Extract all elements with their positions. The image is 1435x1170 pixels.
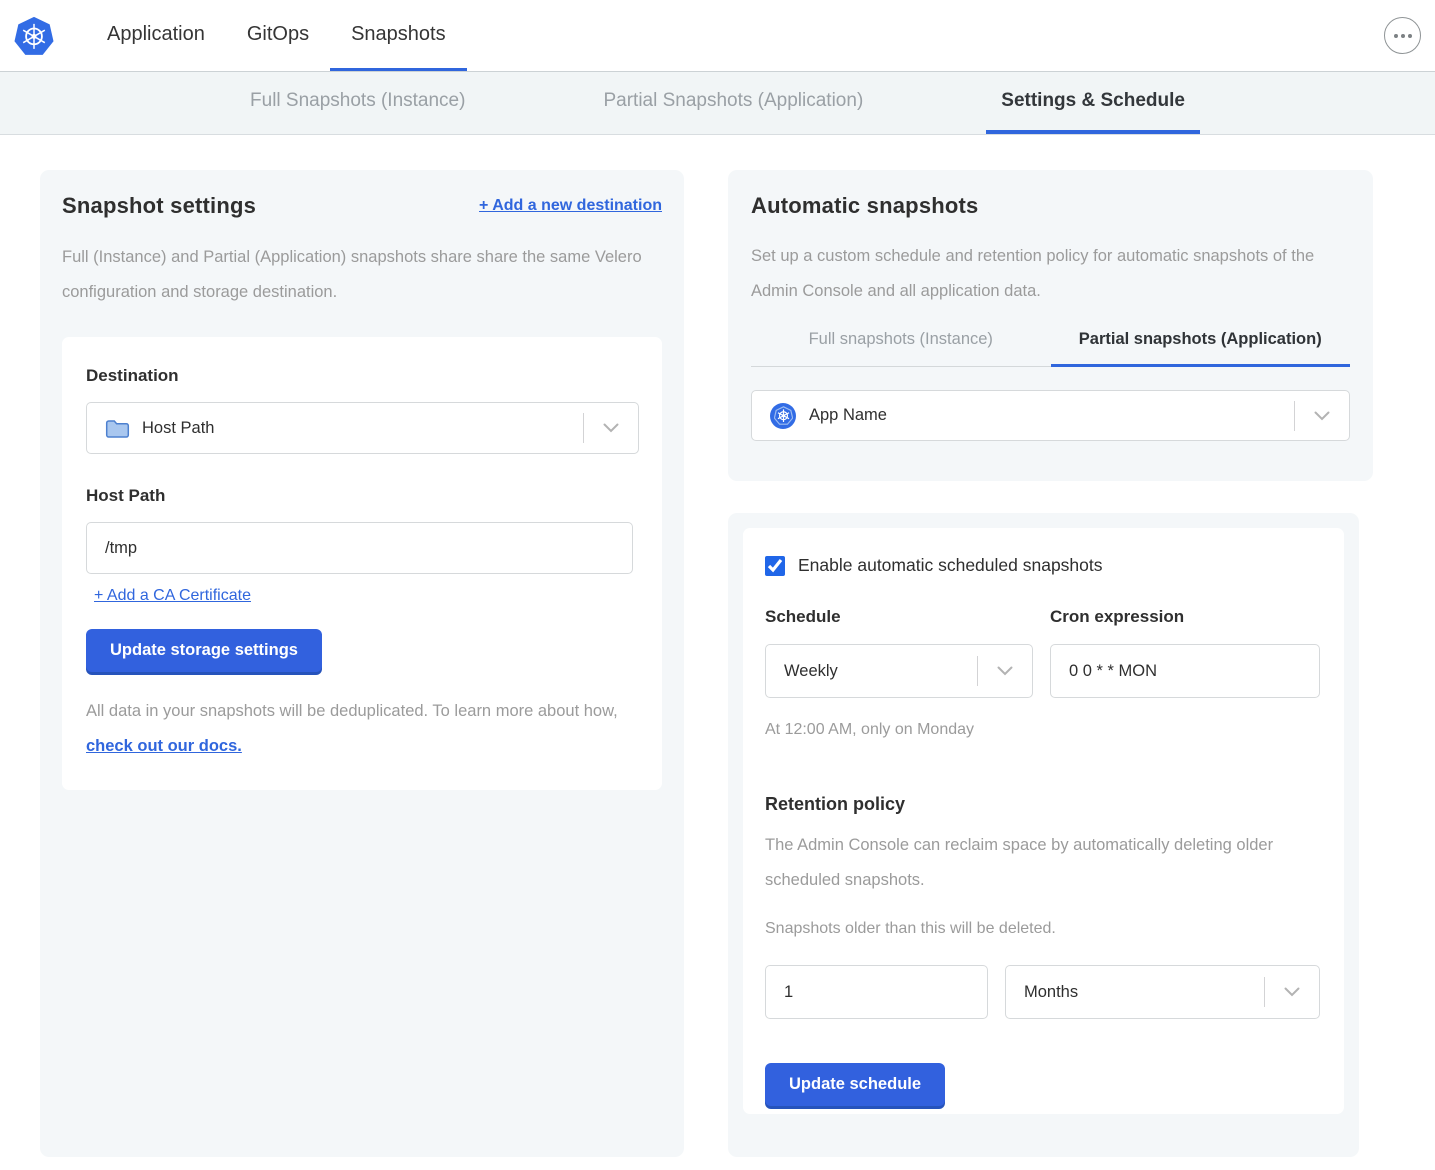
tab-snapshots[interactable]: Snapshots	[330, 0, 467, 71]
ellipsis-icon	[1394, 34, 1398, 38]
snapshot-settings-card: Snapshot settings + Add a new destinatio…	[40, 170, 684, 1157]
schedule-cron-grid: Schedule Weekly Cron expression	[765, 607, 1320, 698]
chevron-down-icon	[978, 666, 1032, 676]
tab-full-snapshots-instance[interactable]: Full snapshots (Instance)	[751, 330, 1051, 367]
automatic-snapshots-title: Automatic snapshots	[751, 193, 1350, 219]
top-nav: Application GitOps Snapshots	[0, 0, 1435, 71]
kubernetes-logo-icon	[14, 14, 54, 58]
snapshot-type-tabs: Full snapshots (Instance) Partial snapsh…	[751, 330, 1350, 367]
retention-policy-description: The Admin Console can reclaim space by a…	[765, 828, 1322, 898]
retention-unit-value: Months	[1024, 983, 1264, 1002]
host-path-input[interactable]	[86, 522, 633, 574]
chevron-down-icon	[584, 423, 638, 433]
dedup-note-text: All data in your snapshots will be dedup…	[86, 702, 618, 720]
add-destination-link[interactable]: + Add a new destination	[479, 197, 662, 215]
schedule-select-value: Weekly	[784, 662, 977, 681]
chevron-down-icon	[1295, 411, 1349, 421]
enable-snapshots-row: Enable automatic scheduled snapshots	[765, 555, 1103, 576]
app-select-value: App Name	[809, 406, 1294, 425]
subtab-partial-snapshots[interactable]: Partial Snapshots (Application)	[588, 72, 878, 134]
tab-partial-snapshots-application[interactable]: Partial snapshots (Application)	[1051, 330, 1351, 367]
automatic-snapshots-description: Set up a custom schedule and retention p…	[751, 239, 1350, 309]
retention-value-input[interactable]	[765, 965, 988, 1019]
dedup-note: All data in your snapshots will be dedup…	[86, 694, 638, 764]
app-icon	[770, 403, 796, 429]
subtab-full-snapshots[interactable]: Full Snapshots (Instance)	[235, 72, 480, 134]
snapshots-subnav: Full Snapshots (Instance) Partial Snapsh…	[0, 71, 1435, 135]
tab-gitops-label: GitOps	[247, 23, 309, 46]
tab-partial-snapshots-application-label: Partial snapshots (Application)	[1079, 330, 1322, 348]
subtab-partial-snapshots-label: Partial Snapshots (Application)	[603, 90, 863, 112]
retention-unit-select[interactable]: Months	[1005, 965, 1320, 1019]
docs-link[interactable]: check out our docs.	[86, 737, 242, 755]
schedule-label: Schedule	[765, 607, 1033, 627]
app-select[interactable]: App Name	[751, 390, 1350, 441]
update-schedule-button[interactable]: Update schedule	[765, 1063, 945, 1106]
add-ca-certificate-link[interactable]: + Add a CA Certificate	[94, 587, 251, 605]
main-nav-tabs: Application GitOps Snapshots	[86, 0, 467, 71]
update-storage-settings-button[interactable]: Update storage settings	[86, 629, 322, 672]
cron-hint: At 12:00 AM, only on Monday	[765, 712, 974, 747]
automatic-snapshots-card: Automatic snapshots Set up a custom sche…	[728, 170, 1373, 481]
destination-label: Destination	[86, 366, 638, 386]
host-path-label: Host Path	[86, 486, 638, 506]
retention-policy-title: Retention policy	[765, 794, 905, 815]
content: Snapshot settings + Add a new destinatio…	[0, 135, 1435, 1157]
schedule-select[interactable]: Weekly	[765, 644, 1033, 698]
tab-application[interactable]: Application	[86, 0, 226, 71]
subtab-settings-schedule[interactable]: Settings & Schedule	[986, 72, 1200, 134]
more-options-button[interactable]	[1384, 17, 1421, 54]
destination-select-value: Host Path	[142, 419, 583, 438]
storage-settings-panel: Destination Host Path Host Path + Add a …	[62, 337, 662, 790]
folder-icon	[105, 418, 130, 439]
chevron-down-icon	[1265, 987, 1319, 997]
cron-expression-label: Cron expression	[1050, 607, 1320, 627]
snapshot-settings-title: Snapshot settings	[62, 193, 256, 219]
cron-expression-input[interactable]	[1050, 644, 1320, 698]
subtab-full-snapshots-label: Full Snapshots (Instance)	[250, 90, 465, 112]
tab-full-snapshots-instance-label: Full snapshots (Instance)	[809, 330, 993, 348]
subtab-settings-schedule-label: Settings & Schedule	[1001, 90, 1185, 112]
schedule-panel: Enable automatic scheduled snapshots Sch…	[743, 528, 1344, 1114]
tab-gitops[interactable]: GitOps	[226, 0, 330, 71]
retention-hint: Snapshots older than this will be delete…	[765, 911, 1056, 946]
tab-application-label: Application	[107, 23, 205, 46]
right-column: Automatic snapshots Set up a custom sche…	[728, 170, 1373, 1157]
tab-snapshots-label: Snapshots	[351, 23, 446, 46]
enable-snapshots-checkbox[interactable]	[765, 556, 785, 576]
schedule-card: Enable automatic scheduled snapshots Sch…	[728, 513, 1359, 1157]
retention-controls: Months	[765, 965, 1320, 1019]
destination-select[interactable]: Host Path	[86, 402, 639, 454]
enable-snapshots-label: Enable automatic scheduled snapshots	[798, 555, 1103, 576]
snapshot-settings-description: Full (Instance) and Partial (Application…	[62, 240, 662, 310]
